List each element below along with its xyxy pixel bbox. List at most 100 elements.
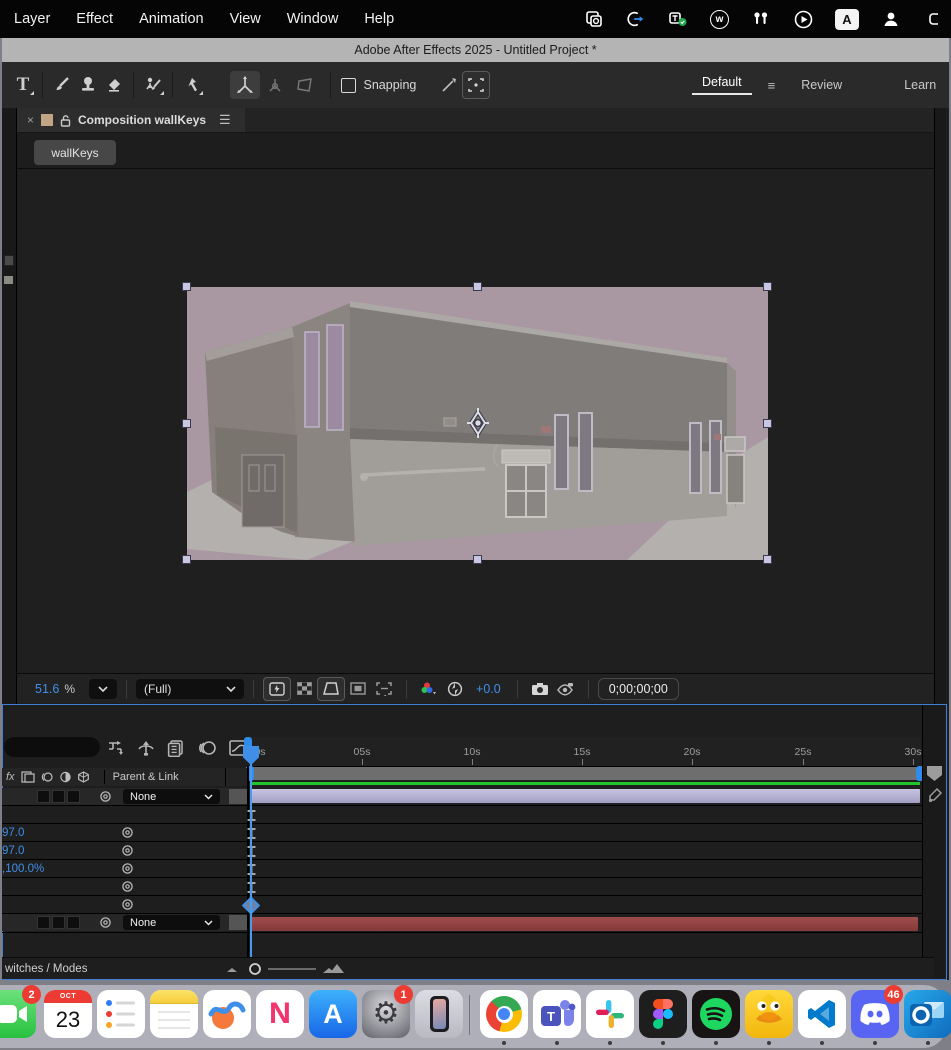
selection-handle-bottom-right[interactable] bbox=[763, 555, 772, 564]
layer2-switch-3[interactable] bbox=[67, 916, 80, 929]
zoom-dropdown-button[interactable] bbox=[89, 679, 117, 699]
notes-dock-icon[interactable] bbox=[150, 990, 198, 1038]
menu-window[interactable]: Window bbox=[287, 11, 339, 27]
property-row-5[interactable] bbox=[2, 878, 248, 895]
collapsed-panel-icon[interactable] bbox=[4, 255, 14, 266]
user-status-icon[interactable] bbox=[881, 9, 901, 29]
zoom-out-mountain-icon[interactable] bbox=[225, 964, 240, 974]
menu-effect[interactable]: Effect bbox=[76, 11, 113, 27]
comp-mini-flowchart-icon[interactable] bbox=[106, 739, 126, 762]
comp-breadcrumb-button[interactable]: wallKeys bbox=[34, 140, 116, 165]
timeline-search-field[interactable] bbox=[4, 737, 100, 757]
reminders-dock-icon[interactable] bbox=[97, 990, 145, 1038]
mask-visibility-button[interactable] bbox=[317, 677, 345, 701]
appstore-dock-icon[interactable]: A bbox=[309, 990, 357, 1038]
calendar-dock-icon[interactable]: OCT 23 bbox=[44, 990, 92, 1038]
roto-brush-tool-button[interactable] bbox=[140, 72, 166, 98]
zoom-in-mountain-icon[interactable] bbox=[322, 962, 344, 975]
collapsed-panel-icon[interactable] bbox=[4, 276, 13, 284]
input-source-icon[interactable]: A bbox=[835, 9, 859, 30]
eraser-tool-button[interactable] bbox=[101, 72, 127, 98]
menu-help[interactable]: Help bbox=[364, 11, 394, 27]
teams-dock-icon[interactable]: T bbox=[533, 990, 581, 1038]
menu-view[interactable]: View bbox=[230, 11, 261, 27]
menu-layer[interactable]: Layer bbox=[14, 11, 50, 27]
iphone-mirroring-dock-icon[interactable] bbox=[415, 990, 463, 1038]
layer1-switch-2[interactable] bbox=[52, 790, 65, 803]
type-tool-button[interactable]: T bbox=[10, 72, 36, 98]
motion-blur-icon[interactable] bbox=[196, 739, 218, 762]
comp-marker-bin-icon[interactable] bbox=[926, 765, 943, 782]
layer2-switch-1[interactable] bbox=[37, 916, 50, 929]
airpods-status-icon[interactable] bbox=[751, 9, 771, 29]
guides-safe-margins-button[interactable] bbox=[345, 678, 371, 700]
teams-status-icon[interactable] bbox=[668, 9, 688, 29]
region-of-interest-button[interactable] bbox=[371, 678, 397, 700]
creative-cloud-sync-icon[interactable] bbox=[626, 9, 646, 29]
freeform-dock-icon[interactable] bbox=[203, 990, 251, 1038]
view-axis-mode-button[interactable] bbox=[290, 71, 320, 99]
layer1-duration-bar[interactable] bbox=[251, 789, 920, 803]
parent-link-column-header[interactable]: Parent & Link bbox=[113, 771, 179, 783]
selection-handle-bottom-center[interactable] bbox=[473, 555, 482, 564]
layer1-parent-dropdown[interactable]: None bbox=[123, 789, 220, 804]
layer2-switch-2[interactable] bbox=[52, 916, 65, 929]
workspace-tab-learn[interactable]: Learn bbox=[894, 78, 946, 92]
draft-3d-icon[interactable] bbox=[136, 739, 156, 762]
window-titlebar[interactable]: Adobe After Effects 2025 - Untitled Proj… bbox=[2, 38, 949, 62]
workspace-menu-icon[interactable]: ≡ bbox=[768, 78, 776, 93]
property-pickwhip-icon[interactable] bbox=[120, 844, 134, 858]
property-value-scale[interactable]: ,100.0% bbox=[2, 863, 44, 875]
playhead-line[interactable] bbox=[250, 757, 252, 958]
puppet-pin-tool-button[interactable] bbox=[179, 72, 205, 98]
selection-handle-top-center[interactable] bbox=[473, 282, 482, 291]
layer1-switch-3[interactable] bbox=[67, 790, 80, 803]
property-row-4[interactable]: ,100.0% bbox=[2, 860, 248, 877]
snapping-checkbox[interactable] bbox=[341, 78, 356, 93]
property-row-6[interactable] bbox=[2, 896, 248, 913]
toggle-switches-modes-label[interactable]: witches / Modes bbox=[5, 963, 87, 975]
layer2-duration-bar[interactable] bbox=[251, 917, 918, 931]
play-status-icon[interactable] bbox=[793, 9, 813, 29]
close-tab-icon[interactable]: × bbox=[27, 113, 34, 127]
workspace-tab-default[interactable]: Default bbox=[692, 75, 752, 95]
layer2-pickwhip-icon[interactable] bbox=[98, 916, 112, 930]
layer1-switch-1[interactable] bbox=[37, 790, 50, 803]
vscode-dock-icon[interactable] bbox=[798, 990, 846, 1038]
channel-views-button[interactable] bbox=[416, 678, 442, 700]
selection-handle-top-left[interactable] bbox=[182, 282, 191, 291]
exposure-reset-icon[interactable] bbox=[442, 678, 468, 700]
world-axis-mode-button[interactable] bbox=[260, 71, 290, 99]
frame-blending-icon[interactable] bbox=[166, 739, 186, 762]
spotify-dock-icon[interactable] bbox=[692, 990, 740, 1038]
3d-layer-column-icon[interactable] bbox=[77, 771, 90, 783]
show-snapshot-eye-icon[interactable] bbox=[553, 678, 579, 700]
fx-column-header[interactable]: fx bbox=[6, 771, 15, 783]
property-value-x[interactable]: 97.0 bbox=[2, 827, 24, 839]
cyberduck-dock-icon[interactable] bbox=[745, 990, 793, 1038]
figma-dock-icon[interactable] bbox=[639, 990, 687, 1038]
property-value-y[interactable]: 97.0 bbox=[2, 845, 24, 857]
selection-handle-top-right[interactable] bbox=[763, 282, 772, 291]
layer2-parent-dropdown[interactable]: None bbox=[123, 915, 220, 930]
work-area-bar[interactable] bbox=[246, 767, 925, 780]
snap-along-edges-icon[interactable] bbox=[436, 72, 462, 98]
selection-handle-middle-right[interactable] bbox=[763, 419, 772, 428]
selection-handle-middle-left[interactable] bbox=[182, 419, 191, 428]
panel-menu-icon[interactable]: ☰ bbox=[219, 112, 231, 128]
layer-row-2[interactable]: None bbox=[2, 914, 248, 931]
anchor-point-icon[interactable] bbox=[463, 408, 493, 438]
live-update-icon[interactable] bbox=[927, 787, 943, 803]
snap-to-features-button[interactable] bbox=[462, 71, 490, 99]
transparency-grid-button[interactable] bbox=[291, 678, 317, 700]
brush-tool-button[interactable] bbox=[49, 72, 75, 98]
chrome-dock-icon[interactable] bbox=[480, 990, 528, 1038]
property-pickwhip-icon[interactable] bbox=[120, 880, 134, 894]
property-row-1[interactable] bbox=[2, 806, 248, 823]
property-pickwhip-icon[interactable] bbox=[120, 898, 134, 912]
timeline-zoom-knob[interactable] bbox=[248, 962, 262, 976]
property-pickwhip-icon[interactable] bbox=[120, 862, 134, 876]
property-row-3[interactable]: 97.0 bbox=[2, 842, 248, 859]
outlook-status-icon[interactable] bbox=[584, 9, 604, 29]
news-dock-icon[interactable]: N bbox=[256, 990, 304, 1038]
